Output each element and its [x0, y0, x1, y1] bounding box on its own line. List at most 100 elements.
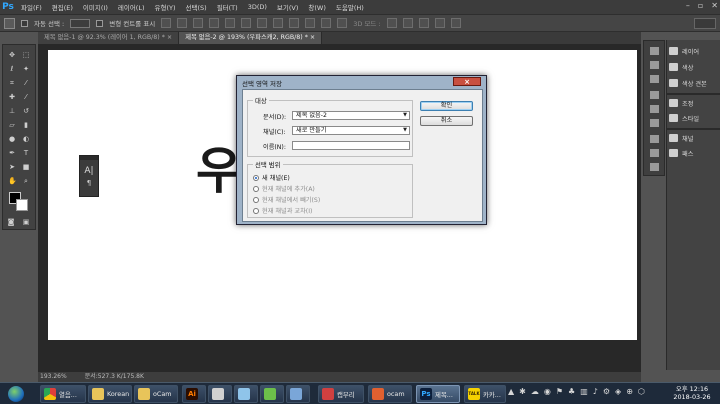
character-icon[interactable]: A|	[80, 166, 98, 176]
tray-app-icon[interactable]: ⬡	[638, 387, 645, 396]
channel-select[interactable]: 새로 만들기 ▼	[292, 126, 410, 135]
align-top-icon[interactable]	[161, 18, 172, 28]
path-selection-icon[interactable]: ➤	[8, 163, 16, 171]
menu-image[interactable]: 이미지(I)	[78, 2, 113, 12]
taskbar-item-ocam[interactable]: ocam	[368, 385, 412, 403]
paragraph-icon[interactable]	[650, 149, 659, 157]
taskbar-item-evernote[interactable]	[260, 385, 284, 403]
healing-brush-icon[interactable]: ✚	[8, 93, 16, 101]
3d-rotate-icon[interactable]	[386, 18, 397, 28]
tool-presets-icon[interactable]	[650, 105, 659, 113]
panel-paths[interactable]: 패스	[669, 147, 720, 159]
taskbar-item-folder-ocam[interactable]: oCam	[134, 385, 178, 403]
auto-select-checkbox[interactable]	[21, 19, 28, 27]
menu-view[interactable]: 보기(V)	[272, 2, 303, 12]
panel-swatches[interactable]: 색상 견본	[669, 77, 720, 89]
close-icon[interactable]: ✕	[711, 1, 718, 10]
panel-adjustments[interactable]: 조정	[669, 97, 720, 109]
panel-layers[interactable]: 레이어	[669, 45, 720, 57]
screen-mode-icon[interactable]: ▣	[22, 218, 30, 226]
tray-app-icon[interactable]: ◈	[615, 387, 621, 396]
tray-app-icon[interactable]: ⚙	[603, 387, 610, 396]
menu-3d[interactable]: 3D(D)	[243, 3, 272, 11]
taskbar-item-pen[interactable]	[208, 385, 232, 403]
align-right-icon[interactable]	[241, 18, 252, 28]
type-tool-icon[interactable]: T	[22, 149, 30, 157]
tray-app-icon[interactable]: ⚑	[556, 387, 563, 396]
taskbar-item-notepad[interactable]	[234, 385, 258, 403]
taskbar-item-folder-korean[interactable]: Korean	[88, 385, 132, 403]
3d-slide-icon[interactable]	[434, 18, 445, 28]
align-bottom-icon[interactable]	[193, 18, 204, 28]
distribute-right-icon[interactable]	[337, 18, 348, 28]
paragraph-icon[interactable]: ¶	[80, 179, 98, 187]
distribute-center-icon[interactable]	[321, 18, 332, 28]
distribute-left-icon[interactable]	[305, 18, 316, 28]
tray-app-icon[interactable]: ◉	[544, 387, 551, 396]
menu-help[interactable]: 도움말(H)	[331, 2, 369, 12]
tray-expand-icon[interactable]: ▲	[508, 387, 514, 396]
minimize-icon[interactable]: –	[686, 1, 690, 10]
taskbar-item-illustrator[interactable]: Ai	[182, 385, 206, 403]
brush-presets-icon[interactable]	[650, 91, 659, 99]
clone-source-icon[interactable]	[650, 119, 659, 127]
restore-icon[interactable]: ▫	[698, 1, 703, 10]
dodge-tool-icon[interactable]: ◐	[22, 135, 30, 143]
radio-button[interactable]	[253, 174, 259, 181]
tray-app-icon[interactable]: ☁	[531, 387, 539, 396]
menu-select[interactable]: 선택(S)	[181, 2, 212, 12]
marquee-tool-icon[interactable]: ⬚	[22, 51, 30, 59]
document-select[interactable]: 제목 없음-2 ▼	[292, 111, 410, 120]
eraser-icon[interactable]: ▱	[8, 121, 16, 129]
tray-app-icon[interactable]: ♣	[568, 387, 575, 396]
taskbar-item-chrome[interactable]: 열음...	[40, 385, 86, 403]
tab-document-2[interactable]: 제목 없음-2 @ 193% (우파스캐2, RGB/8) * ×	[179, 32, 323, 44]
character-icon[interactable]	[650, 135, 659, 143]
eyedropper-icon[interactable]: ⁄	[22, 79, 30, 87]
auto-select-dropdown[interactable]	[70, 18, 91, 28]
taskbar-clock[interactable]: 오후 12:16 2018-03-26	[666, 385, 718, 401]
network-icon[interactable]: ▥	[580, 387, 588, 396]
menu-filter[interactable]: 필터(T)	[212, 2, 243, 12]
3d-roll-icon[interactable]	[402, 18, 413, 28]
3d-scale-icon[interactable]	[450, 18, 461, 28]
panel-header[interactable]	[80, 156, 98, 160]
distribute-bottom-icon[interactable]	[289, 18, 300, 28]
properties-icon[interactable]	[650, 61, 659, 69]
quick-mask-icon[interactable]: ◙	[7, 218, 15, 226]
magic-wand-icon[interactable]: ✦	[22, 65, 30, 73]
clone-stamp-icon[interactable]: ⊥	[8, 107, 16, 115]
menu-layer[interactable]: 레이어(L)	[113, 2, 150, 12]
ok-button[interactable]: 확인	[420, 101, 473, 111]
crop-tool-icon[interactable]: ⌗	[8, 79, 16, 87]
panel-styles[interactable]: 스타일	[669, 112, 720, 124]
tray-app-icon[interactable]: ⊕	[626, 387, 633, 396]
move-tool-icon[interactable]	[4, 17, 15, 29]
zoom-level[interactable]: 193.26%	[40, 372, 67, 382]
taskbar-item-kakaotalk[interactable]: TALK 카카...	[464, 385, 506, 403]
background-color-swatch[interactable]	[16, 199, 28, 211]
zoom-tool-icon[interactable]: ⌕	[22, 177, 30, 185]
align-middle-icon[interactable]	[177, 18, 188, 28]
taskbar-item-photoshop[interactable]: Ps 제목...	[416, 385, 460, 403]
history-brush-icon[interactable]: ↺	[22, 107, 30, 115]
start-button[interactable]	[2, 384, 30, 404]
taskbar-item-capture[interactable]: 캡무리	[318, 385, 364, 403]
taskbar-item-explorer[interactable]	[286, 385, 310, 403]
transform-controls-checkbox[interactable]	[96, 19, 104, 27]
tab-document-1[interactable]: 제목 없음-1 @ 92.3% (레이어 1, RGB/8) * ×	[38, 32, 180, 44]
volume-icon[interactable]: ♪	[593, 387, 598, 396]
workspace-switcher[interactable]	[694, 18, 716, 29]
actions-icon[interactable]	[650, 75, 659, 83]
hand-tool-icon[interactable]: ✋	[8, 177, 17, 185]
menu-file[interactable]: 파일(F)	[16, 2, 47, 12]
shape-tool-icon[interactable]: ■	[22, 163, 30, 171]
cancel-button[interactable]: 취소	[420, 116, 473, 126]
align-left-icon[interactable]	[209, 18, 220, 28]
dialog-close-button[interactable]: ×	[453, 77, 481, 86]
gradient-tool-icon[interactable]: ▮	[22, 121, 30, 129]
blur-tool-icon[interactable]: ●	[8, 135, 16, 143]
layer-comps-icon[interactable]	[650, 163, 659, 171]
distribute-middle-icon[interactable]	[273, 18, 284, 28]
panel-channels[interactable]: 채널	[669, 132, 720, 144]
